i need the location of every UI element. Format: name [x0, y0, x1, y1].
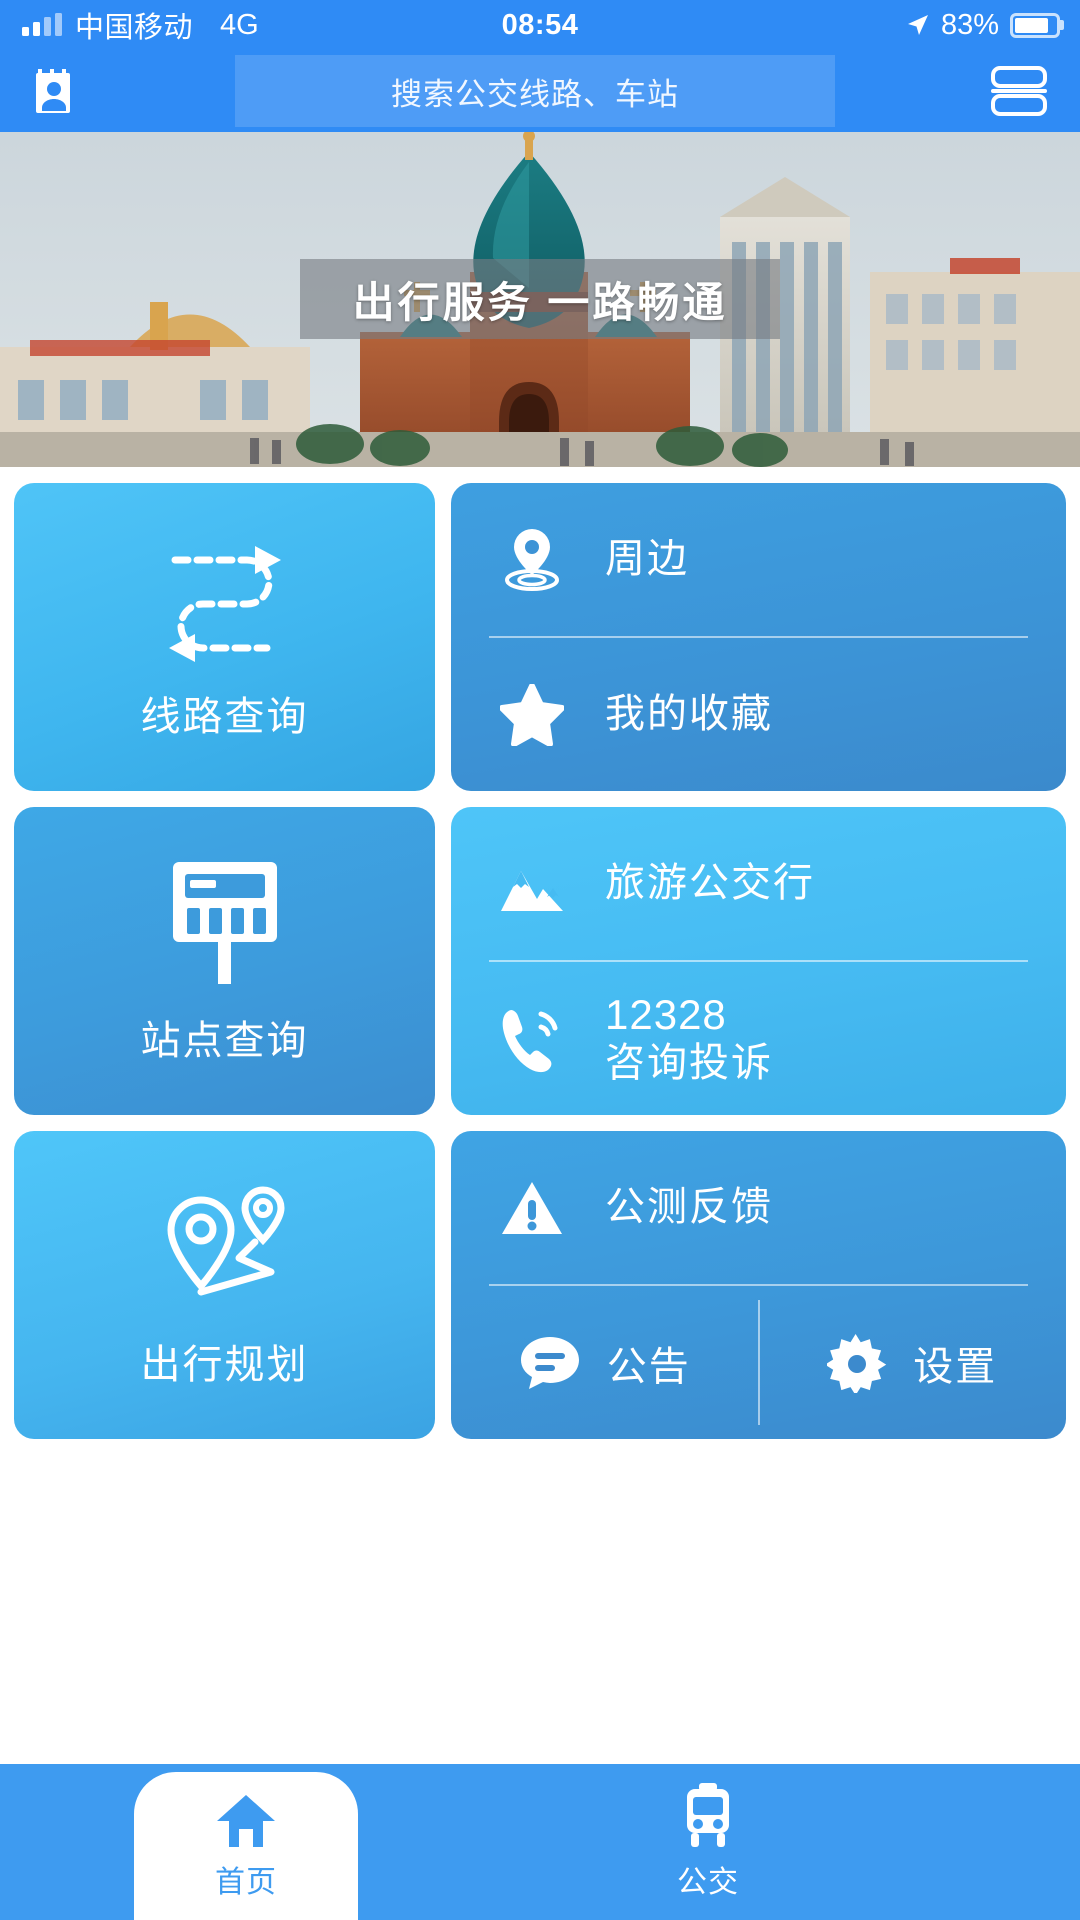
- location-arrow-icon: [907, 15, 928, 35]
- home-icon: [217, 1795, 275, 1847]
- app-header: 搜索公交线路、车站: [0, 50, 1080, 132]
- bottom-navigation: 首页 公交: [0, 1764, 1080, 1920]
- tile-label: 12328 咨询投诉: [605, 990, 773, 1087]
- feature-row-3: 站点查询 公测反馈 线路查询 出行规划 公测反馈: [14, 1131, 1066, 1439]
- tile-tour-bus[interactable]: 旅游公交行: [451, 807, 1066, 960]
- app-screen: 中国移动 4G 08:54 83% 搜索公交线路、车站 出行服务 一路畅通 线路…: [0, 0, 1080, 1920]
- tile-tour-hotline: 旅游公交行 12328 咨询投诉: [451, 807, 1066, 1115]
- hero-banner[interactable]: 出行服务 一路畅通: [0, 132, 1080, 467]
- status-bar-right: 83%: [906, 9, 1080, 42]
- tile-nearby[interactable]: 周边: [451, 483, 1066, 636]
- search-input[interactable]: 搜索公交线路、车站: [235, 55, 835, 127]
- banner-caption: 出行服务 一路畅通: [300, 259, 780, 339]
- warning-triangle-icon: [499, 1178, 565, 1238]
- route-two-pins-icon: [166, 1186, 285, 1296]
- status-bar: 中国移动 4G 08:54 83%: [0, 0, 1080, 50]
- tile-label: 公告: [606, 1344, 691, 1389]
- tile-nearby-favorites: 周边 我的收藏: [451, 483, 1066, 791]
- tile-favorites[interactable]: 我的收藏: [451, 638, 1066, 791]
- tile-label: 旅游公交行: [605, 860, 815, 905]
- feature-row-2: 站点查询 旅游公交行 12328 咨询投诉: [14, 807, 1066, 1115]
- vertical-divider: [757, 1300, 760, 1425]
- feature-grid: 线路查询 周边 我的收藏 站点查询 旅游公交行 12328 咨询投诉 出行规划 …: [0, 483, 1080, 1439]
- battery-percent-label: 83%: [940, 8, 999, 41]
- mountain-icon: [499, 855, 565, 913]
- tile-announcements[interactable]: 公告: [451, 1334, 759, 1392]
- tile-feedback-misc: 公测反馈 公告 设置: [451, 1131, 1066, 1439]
- trip-planner-label: 出行规划: [140, 1343, 309, 1387]
- battery-icon: [1010, 12, 1060, 38]
- tile-label: 我的收藏: [605, 691, 773, 736]
- tile-bottom-actions: 公告 设置: [451, 1286, 1066, 1439]
- tile-beta-feedback[interactable]: 公测反馈: [451, 1131, 1066, 1284]
- feature-row-1: 线路查询 周边 我的收藏: [14, 483, 1066, 791]
- nav-label: 公交: [677, 1866, 739, 1899]
- hotline-number: 12328: [605, 991, 727, 1039]
- nav-label: 首页: [215, 1866, 277, 1899]
- search-placeholder: 搜索公交线路、车站: [391, 76, 679, 112]
- list-menu-icon[interactable]: [988, 65, 1050, 117]
- banner-caption-text: 出行服务 一路畅通: [352, 278, 728, 326]
- phone-ring-icon: [499, 1004, 565, 1074]
- chat-bubble-icon: [520, 1336, 579, 1389]
- tile-settings[interactable]: 设置: [759, 1333, 1067, 1393]
- nav-item-home[interactable]: 首页: [134, 1772, 358, 1920]
- tile-label: 公测反馈: [605, 1184, 773, 1229]
- location-pin-ripple-icon: [499, 527, 565, 593]
- tile-route-query[interactable]: 线路查询: [14, 483, 435, 791]
- bus-icon: [687, 1783, 729, 1847]
- hotline-label: 咨询投诉: [605, 1040, 773, 1085]
- tile-label: 设置: [913, 1344, 998, 1389]
- tile-station-query[interactable]: 站点查询: [14, 807, 435, 1115]
- id-card-icon[interactable]: [26, 63, 82, 119]
- gear-icon: [827, 1333, 887, 1393]
- tile-hotline[interactable]: 12328 咨询投诉: [451, 962, 1066, 1115]
- tile-label: 站点查询: [140, 1019, 309, 1063]
- tile-trip-planner[interactable]: 站点查询 公测反馈 线路查询 出行规划: [14, 1131, 435, 1439]
- nav-item-bus[interactable]: 公交: [596, 1764, 820, 1920]
- s-route-dashed-icon: [168, 546, 281, 662]
- bus-stop-sign-icon: [172, 862, 277, 984]
- tile-label: 线路查询: [140, 695, 309, 739]
- star-icon: [499, 683, 565, 746]
- tile-label: 周边: [605, 536, 689, 581]
